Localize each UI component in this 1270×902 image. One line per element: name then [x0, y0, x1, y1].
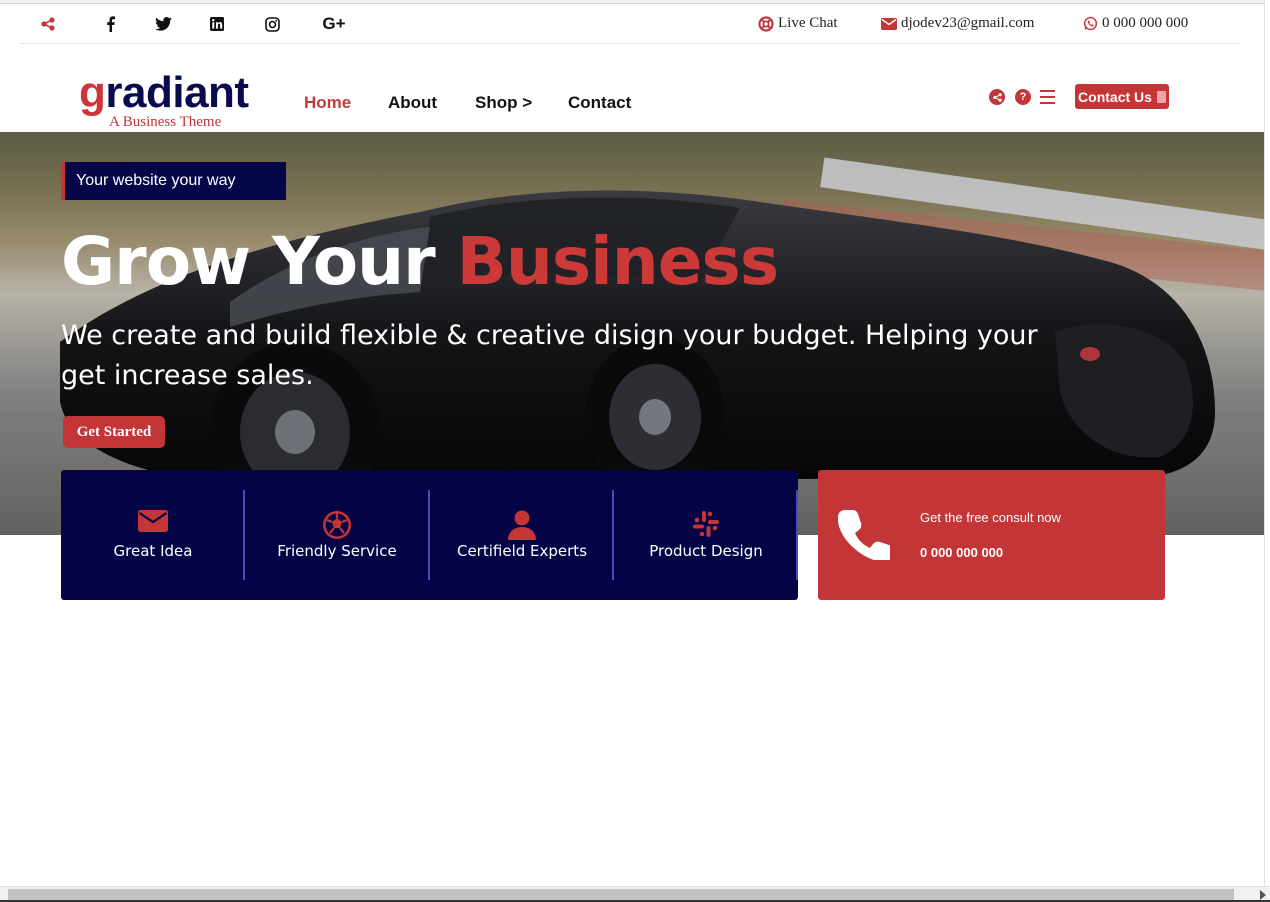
contact-card-icon [1156, 90, 1166, 103]
share-icon[interactable] [989, 89, 1005, 105]
email-link[interactable]: djodev23@gmail.com [881, 15, 1034, 32]
feature-label: Friendly Service [277, 542, 397, 560]
site-logo[interactable]: gradiant A Business Theme [79, 68, 279, 130]
feature-product-design[interactable]: Product Design [614, 470, 798, 600]
phone-link[interactable]: 0 000 000 000 [1083, 15, 1188, 32]
envelope-icon [881, 17, 897, 30]
instagram-icon[interactable] [264, 14, 280, 34]
logo-wordmark: gradiant [79, 68, 249, 117]
feature-friendly-service[interactable]: Friendly Service [245, 470, 429, 600]
share-icon[interactable] [40, 14, 56, 34]
top-bar: G+ Live Chat djodev23@gmail.com 0 000 00… [20, 5, 1240, 44]
menu-icon[interactable] [1040, 90, 1055, 104]
consult-title: Get the free consult now [920, 510, 1061, 525]
linkedin-icon[interactable] [209, 14, 225, 34]
hero-tagline: Your website your way [61, 162, 286, 200]
feature-label: Product Design [649, 542, 763, 560]
help-icon[interactable]: ? [1015, 89, 1031, 105]
window-right-edge [1264, 0, 1270, 902]
main-header: gradiant A Business Theme Home About Sho… [0, 44, 1264, 132]
live-chat-label: Live Chat [778, 15, 838, 31]
features-panel: Great Idea Friendly Service Certifield E… [61, 470, 798, 600]
nav-contact[interactable]: Contact [568, 93, 631, 113]
facebook-icon[interactable] [104, 14, 116, 34]
live-chat-link[interactable]: Live Chat [758, 15, 838, 32]
logo-tagline: A Business Theme [109, 114, 222, 130]
feature-divider [796, 490, 798, 580]
user-icon [508, 510, 536, 540]
contact-us-button[interactable]: Contact Us [1075, 84, 1169, 109]
hero-title-accent: Business [456, 223, 780, 300]
nav-shop[interactable]: Shop > [475, 93, 532, 113]
twitter-icon[interactable] [154, 14, 172, 34]
envelope-icon [138, 510, 168, 532]
phone-number: 0 000 000 000 [1102, 15, 1189, 31]
hero-title: Grow Your Business [61, 223, 780, 300]
whatsapp-icon [1083, 16, 1098, 31]
slack-icon [693, 511, 719, 537]
contact-us-label: Contact Us [1078, 88, 1152, 105]
nav-about[interactable]: About [388, 93, 437, 113]
feature-label: Certifield Experts [456, 542, 588, 560]
google-plus-icon[interactable]: G+ [318, 14, 350, 34]
feature-label: Great Idea [113, 542, 193, 560]
phone-icon [838, 510, 890, 560]
window-top-edge [0, 0, 1270, 4]
nav-home[interactable]: Home [304, 93, 351, 113]
lifebuoy-icon [758, 15, 774, 32]
scroll-right-arrow-icon[interactable] [1260, 890, 1266, 900]
feature-great-idea[interactable]: Great Idea [61, 470, 245, 600]
scrollbar-thumb[interactable] [8, 889, 1234, 900]
hero-subtitle: We create and build flexible & creative … [61, 320, 1038, 391]
feature-certified-experts[interactable]: Certifield Experts [430, 470, 614, 600]
free-consult-box[interactable]: Get the free consult now 0 000 000 000 [818, 470, 1165, 600]
get-started-button[interactable]: Get Started [63, 416, 165, 448]
email-address: djodev23@gmail.com [901, 15, 1035, 31]
soccer-ball-icon [323, 511, 351, 539]
consult-phone: 0 000 000 000 [920, 545, 1004, 560]
